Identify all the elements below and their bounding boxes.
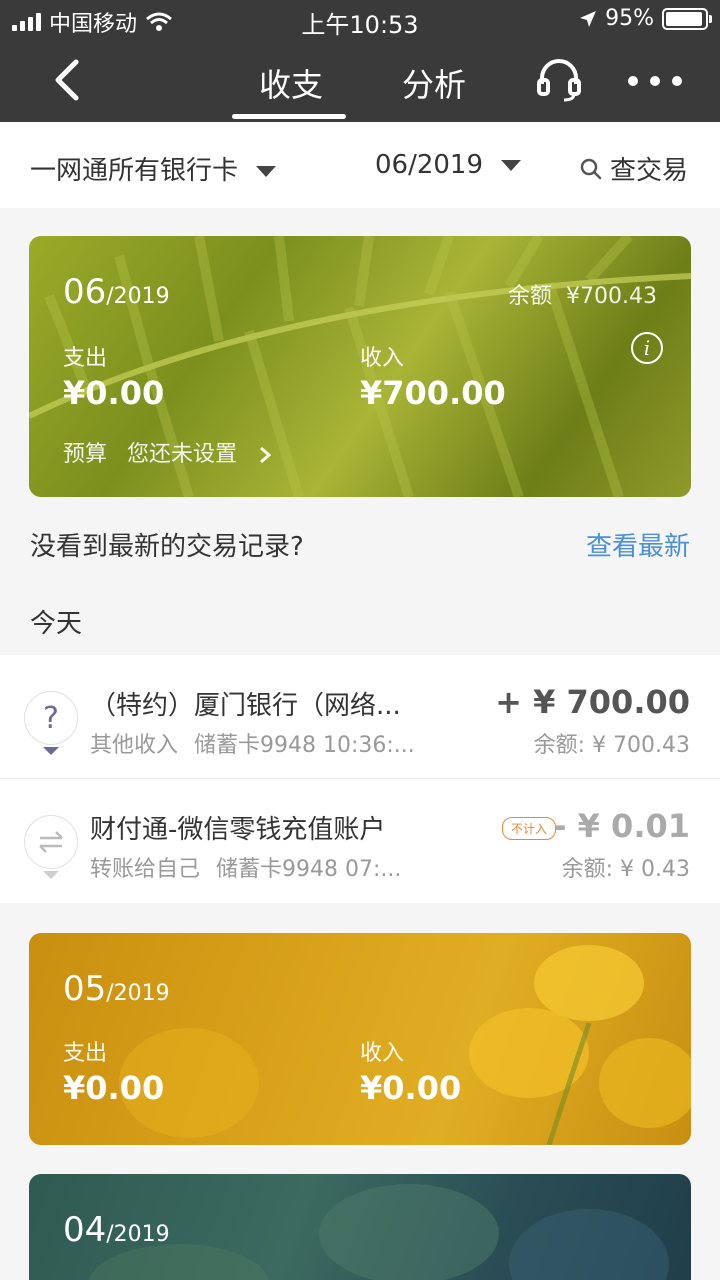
account-selector[interactable]: 一网通所有银行卡 <box>30 150 277 187</box>
view-latest-link[interactable]: 查看最新 <box>586 526 690 563</box>
nav-bar: 收支 分析 <box>0 40 720 122</box>
budget-row[interactable]: 预算 您还未设置 <box>63 436 272 468</box>
info-icon[interactable]: i <box>631 332 663 364</box>
card-month: 04/2019 <box>63 1210 170 1250</box>
month-summary-card-may[interactable]: 05/2019 支出 ¥0.00 收入 ¥0.00 <box>29 933 691 1145</box>
income-amount: ¥700.00 <box>360 374 506 412</box>
transaction-subtitle: 转账给自己 储蓄卡9948 07:... <box>90 857 402 882</box>
transfer-icon <box>24 815 78 879</box>
transaction-amount: + ¥ 700.00 <box>495 683 690 721</box>
income-label: 收入 <box>360 1041 405 1066</box>
transaction-title: 财付通-微信零钱充值账户 <box>90 815 386 845</box>
battery-icon <box>662 7 712 30</box>
transaction-balance: 余额: ¥ 700.43 <box>533 733 690 758</box>
chevron-right-icon <box>260 446 272 464</box>
top-bar: 中国移动 上午10:53 95% 收支 分析 <box>0 0 720 122</box>
transaction-row[interactable]: 财付通-微信零钱充值账户 转账给自己 储蓄卡9948 07:... 不计入 - ¥… <box>0 779 720 903</box>
customer-service-icon[interactable] <box>536 58 582 102</box>
dropdown-caret-icon <box>256 166 277 177</box>
tab-underline <box>232 114 346 119</box>
transaction-title: （特约）厦门银行（网络... <box>90 691 401 721</box>
card-month: 05/2019 <box>63 969 170 1009</box>
transaction-amount: - ¥ 0.01 <box>553 807 690 845</box>
search-transactions-button[interactable]: 查交易 <box>580 150 688 187</box>
expense-amount: ¥0.00 <box>63 1069 165 1107</box>
income-label: 收入 <box>360 346 405 371</box>
transaction-balance: 余额: ¥ 0.43 <box>561 857 690 882</box>
excluded-badge: 不计入 <box>502 817 557 840</box>
expense-amount: ¥0.00 <box>63 374 165 412</box>
battery-fill <box>666 11 703 26</box>
tab-income-expense[interactable]: 收支 <box>259 60 323 106</box>
month-summary-card-april[interactable]: 04/2019 <box>29 1174 691 1280</box>
transaction-row[interactable]: ? （特约）厦门银行（网络... 其他收入 储蓄卡9948 10:36:... +… <box>0 655 720 779</box>
unknown-category-icon: ? <box>24 691 78 755</box>
card-balance: 余额 ¥700.43 <box>508 284 657 309</box>
month-selector[interactable]: 06/2019 <box>375 150 522 180</box>
location-arrow-icon <box>580 10 597 27</box>
battery-percent: 95% <box>605 6 654 31</box>
card-month: 06/2019 <box>63 272 170 312</box>
dropdown-caret-icon <box>501 160 522 171</box>
more-icon[interactable] <box>628 76 682 86</box>
section-header-today: 今天 <box>30 609 83 639</box>
transaction-subtitle: 其他收入 储蓄卡9948 10:36:... <box>90 733 415 758</box>
tab-analysis[interactable]: 分析 <box>402 60 466 106</box>
filter-bar: 一网通所有银行卡 06/2019 查交易 <box>0 122 720 208</box>
search-icon <box>580 158 602 179</box>
back-icon[interactable] <box>48 56 88 104</box>
expense-label: 支出 <box>63 1041 108 1066</box>
income-amount: ¥0.00 <box>360 1069 462 1107</box>
missing-records-prompt: 没看到最新的交易记录? <box>30 532 304 562</box>
status-bar: 中国移动 上午10:53 95% <box>0 0 720 40</box>
month-summary-card-june[interactable]: 06/2019 余额 ¥700.43 支出 ¥0.00 收入 ¥700.00 i … <box>29 236 691 497</box>
expense-label: 支出 <box>63 346 108 371</box>
